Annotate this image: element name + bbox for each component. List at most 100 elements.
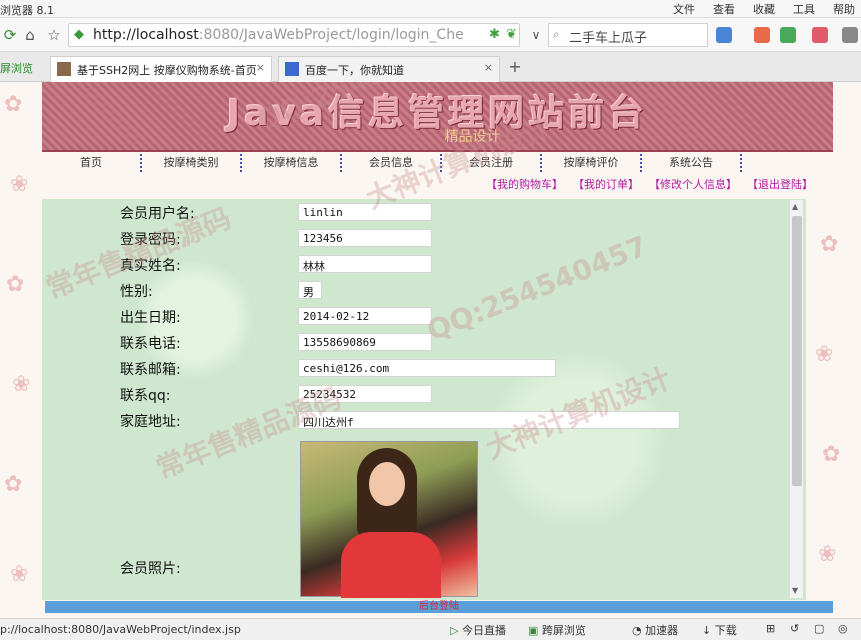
phone-field[interactable]: 13558690869: [298, 333, 432, 351]
mail-icon[interactable]: [754, 27, 770, 43]
tab-label: 百度一下，你就知道: [305, 64, 404, 77]
search-box[interactable]: ⌕ 二手车上瓜子: [548, 23, 708, 47]
footer-bar: 后台登陆: [45, 601, 833, 613]
email-label: 联系邮箱:: [120, 362, 181, 378]
user-menu: 【我的购物车】 【我的订单】 【修改个人信息】 【退出登陆】: [486, 176, 813, 192]
page-scrollbar[interactable]: ▲ ▼: [789, 200, 803, 598]
email-field[interactable]: ceshi@126.com: [298, 359, 556, 377]
star-icon[interactable]: ☆: [44, 25, 64, 45]
grid-icon[interactable]: [716, 27, 732, 43]
edit-profile-link[interactable]: 【修改个人信息】: [649, 176, 737, 192]
accelerator-button[interactable]: ◔ 加速器: [632, 622, 678, 638]
member-photo: [300, 441, 478, 598]
flower-decoration: ✿: [4, 92, 23, 117]
tab-baidu[interactable]: 百度一下，你就知道 ×: [278, 56, 500, 82]
site-banner: Java信息管理网站前台 精品设计: [42, 82, 833, 152]
scrollbar-thumb[interactable]: [792, 216, 802, 486]
username-label: 会员用户名:: [120, 206, 195, 222]
scroll-up-icon[interactable]: ▲: [792, 202, 798, 211]
scroll-down-icon[interactable]: ▼: [792, 586, 798, 595]
tab-strip: 屏浏览 基于SSH2网上 按摩仪购物系统-首页 × 百度一下，你就知道 × +: [0, 52, 861, 82]
browser-title: 浏览器 8.1: [0, 4, 54, 17]
search-text: 二手车上瓜子: [569, 31, 648, 46]
flower-decoration: ✿: [4, 472, 23, 497]
password-field[interactable]: 123456: [298, 229, 432, 247]
shield-icon[interactable]: [780, 27, 796, 43]
nav-announcements[interactable]: 系统公告: [642, 154, 742, 172]
browser-title-bar: 浏览器 8.1 文件 查看 收藏 工具 帮助: [0, 0, 861, 18]
secure-shield-icon: ◆: [74, 27, 84, 42]
menu-tools[interactable]: 工具: [791, 1, 817, 17]
browser-toolbar: ⟳ ⌂ ☆ ◆ http://localhost:8080/JavaWebPro…: [0, 18, 861, 52]
menu-view[interactable]: 查看: [711, 1, 737, 17]
leaf-icon[interactable]: ❦: [506, 27, 517, 42]
refresh-page-icon[interactable]: ✱: [489, 27, 500, 42]
status-url: p://localhost:8080/JavaWebProject/index.…: [0, 623, 241, 636]
refresh-icon[interactable]: ⟳: [0, 25, 20, 45]
qq-field[interactable]: 25234532: [298, 385, 432, 403]
baidu-favicon-icon: [285, 62, 299, 76]
speed-icon: ◔: [632, 624, 642, 637]
gender-label: 性别:: [120, 284, 153, 300]
menu-file[interactable]: 文件: [671, 1, 697, 17]
realname-label: 真实姓名:: [120, 258, 181, 274]
phone-label: 联系电话:: [120, 336, 181, 352]
menu-favorites[interactable]: 收藏: [751, 1, 777, 17]
search-icon: ⌕: [553, 27, 560, 41]
qq-label: 联系qq:: [120, 388, 171, 404]
translate-icon[interactable]: [812, 27, 828, 43]
birthday-label: 出生日期:: [120, 310, 181, 326]
status-bar: p://localhost:8080/JavaWebProject/index.…: [0, 618, 861, 640]
screen-icon: ▣: [528, 624, 539, 637]
flower-decoration: ✿: [6, 272, 25, 297]
status-window-icon[interactable]: ▢: [814, 622, 824, 635]
nav-member-info[interactable]: 会员信息: [342, 154, 442, 172]
logout-link[interactable]: 【退出登陆】: [747, 176, 813, 192]
username-field[interactable]: linlin: [298, 203, 432, 221]
photo-dress: [341, 532, 441, 598]
cross-screen-button[interactable]: ▣ 跨屏浏览: [528, 622, 586, 638]
nav-register[interactable]: 会员注册: [442, 154, 542, 172]
tab-home[interactable]: 基于SSH2网上 按摩仪购物系统-首页 ×: [50, 56, 272, 82]
gender-field[interactable]: 男: [298, 281, 322, 299]
side-label[interactable]: 屏浏览: [0, 60, 33, 76]
address-bar[interactable]: ◆ http://localhost:8080/JavaWebProject/l…: [68, 23, 520, 47]
flower-decoration: ✿: [822, 442, 841, 467]
tab-label: 基于SSH2网上 按摩仪购物系统-首页: [77, 64, 257, 77]
address-field[interactable]: 四川达州f: [298, 411, 680, 429]
banner-subtitle: 精品设计: [444, 129, 501, 145]
flower-decoration: ❀: [815, 342, 834, 367]
web-page: ✿ ❀ ✿ ❀ ✿ ❀ ✿ ❀ ✿ ❀ Java信息管理网站前台 精品设计 首页…: [0, 82, 861, 618]
download-button[interactable]: ↓ 下载: [702, 622, 737, 638]
member-info-panel: 会员用户名: linlin 登录密码: 123456 真实姓名: 林林 性别: …: [42, 199, 806, 600]
page-favicon-icon: [57, 62, 71, 76]
home-icon[interactable]: ⌂: [20, 25, 40, 45]
nav-reviews[interactable]: 按摩椅评价: [542, 154, 642, 172]
my-orders-link[interactable]: 【我的订单】: [573, 176, 639, 192]
menu-help[interactable]: 帮助: [831, 1, 857, 17]
flower-decoration: ❀: [818, 542, 837, 567]
admin-login-link[interactable]: 后台登陆: [419, 601, 459, 612]
more-icon[interactable]: [842, 27, 858, 43]
realname-field[interactable]: 林林: [298, 255, 432, 273]
status-tool-icon[interactable]: ⊞: [766, 622, 775, 635]
photo-label: 会员照片:: [120, 561, 181, 577]
my-cart-link[interactable]: 【我的购物车】: [486, 176, 563, 192]
nav-products[interactable]: 按摩椅信息: [242, 154, 342, 172]
download-icon: ↓: [702, 624, 712, 637]
status-refresh-icon[interactable]: ↺: [790, 622, 799, 635]
address-label: 家庭地址:: [120, 414, 181, 430]
close-icon[interactable]: ×: [484, 61, 493, 74]
live-button[interactable]: ▷ 今日直播: [450, 622, 506, 638]
chevron-down-icon[interactable]: ∨: [526, 25, 546, 45]
flower-decoration: ❀: [12, 372, 31, 397]
nav-home[interactable]: 首页: [42, 154, 142, 172]
new-tab-button[interactable]: +: [506, 58, 524, 76]
flower-decoration: ❀: [10, 172, 29, 197]
nav-category[interactable]: 按摩椅类别: [142, 154, 242, 172]
close-icon[interactable]: ×: [256, 61, 265, 74]
address-url: http://localhost:8080/JavaWebProject/log…: [93, 27, 463, 43]
photo-face: [369, 462, 405, 506]
status-zoom-icon[interactable]: ◎: [838, 622, 848, 635]
birthday-field[interactable]: 2014-02-12: [298, 307, 432, 325]
